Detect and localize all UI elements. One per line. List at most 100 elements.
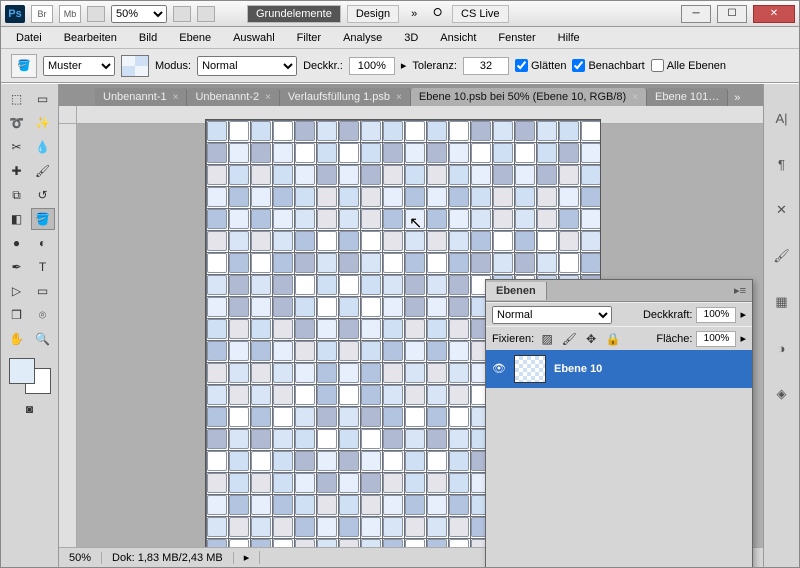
fill-slider-icon[interactable]: ▸ bbox=[740, 332, 746, 345]
layer-blend-select[interactable]: Normal bbox=[492, 306, 612, 324]
3d-tool-icon[interactable]: ❒ bbox=[5, 304, 29, 326]
pattern-swatch-button[interactable] bbox=[121, 55, 149, 77]
type-panel-icon[interactable]: A| bbox=[772, 108, 792, 128]
heal-tool-icon[interactable]: ✚ bbox=[5, 160, 29, 182]
menu-filter[interactable]: Filter bbox=[288, 30, 330, 46]
quickmask-icon[interactable]: ◙ bbox=[18, 398, 42, 420]
camera-tool-icon[interactable]: ⌾ bbox=[31, 304, 55, 326]
paragraph-panel-icon[interactable]: ¶ bbox=[772, 154, 792, 174]
workspace-more-icon[interactable]: » bbox=[405, 8, 423, 20]
crop-tool-icon[interactable]: ✂ bbox=[5, 136, 29, 158]
alllayers-checkbox[interactable]: Alle Ebenen bbox=[651, 59, 726, 72]
history-brush-tool-icon[interactable]: ↺ bbox=[31, 184, 55, 206]
tolerance-field[interactable] bbox=[463, 57, 509, 75]
opacity-field[interactable] bbox=[349, 57, 395, 75]
layers-panel-icon[interactable]: ◈ bbox=[772, 384, 792, 404]
brush-tool-icon[interactable]: 🖌 bbox=[31, 160, 55, 182]
minimize-button[interactable]: ─ bbox=[681, 5, 711, 23]
tab-overflow-icon[interactable]: » bbox=[728, 90, 746, 106]
maximize-button[interactable]: ☐ bbox=[717, 5, 747, 23]
lock-pixels-icon[interactable]: 🖌 bbox=[560, 331, 578, 347]
status-zoom[interactable]: 50% bbox=[59, 552, 102, 564]
workspace-design-button[interactable]: Design bbox=[347, 5, 399, 23]
layer-opacity-label: Deckkraft: bbox=[643, 309, 693, 321]
cslive-button[interactable]: CS Live bbox=[452, 5, 509, 23]
bucket-tool-icon[interactable]: 🪣 bbox=[31, 208, 55, 230]
arrange-icon[interactable] bbox=[87, 6, 105, 22]
pen-tool-icon[interactable]: ✒ bbox=[5, 256, 29, 278]
menu-3d[interactable]: 3D bbox=[395, 30, 427, 46]
tab-close-icon[interactable]: × bbox=[265, 92, 271, 103]
tool-palette: ⬚▭ ➰✨ ✂💧 ✚🖌 ⧉↺ ◧🪣 ●◐ ✒T ▷▭ ❒⌾ ✋🔍 ◙ bbox=[1, 84, 59, 567]
tab-close-icon[interactable]: × bbox=[632, 92, 638, 103]
layer-thumbnail[interactable] bbox=[514, 355, 546, 383]
move-tool-icon[interactable]: ⬚ bbox=[5, 88, 29, 110]
wand-tool-icon[interactable]: ✨ bbox=[31, 112, 55, 134]
menu-bild[interactable]: Bild bbox=[130, 30, 166, 46]
menu-ansicht[interactable]: Ansicht bbox=[431, 30, 485, 46]
hand-tool-icon[interactable]: ✋ bbox=[5, 328, 29, 350]
view-extras-icon[interactable] bbox=[173, 6, 191, 22]
menu-fenster[interactable]: Fenster bbox=[489, 30, 544, 46]
stamp-tool-icon[interactable]: ⧉ bbox=[5, 184, 29, 206]
doc-tab[interactable]: Verlaufsfüllung 1.psb× bbox=[280, 88, 411, 106]
brush-panel-icon[interactable]: 🖌 bbox=[772, 246, 792, 266]
layer-row[interactable]: 👁 Ebene 10 bbox=[486, 350, 752, 388]
lock-position-icon[interactable]: ✥ bbox=[582, 331, 600, 347]
opacity-slider-icon[interactable]: ▸ bbox=[740, 308, 746, 321]
fill-type-select[interactable]: Muster bbox=[43, 56, 115, 76]
type-tool-icon[interactable]: T bbox=[31, 256, 55, 278]
lock-all-icon[interactable]: 🔒 bbox=[604, 331, 622, 347]
photoshop-logo-icon: Ps bbox=[5, 5, 25, 23]
status-doc-size[interactable]: Dok: 1,83 MB/2,43 MB bbox=[102, 552, 234, 564]
tab-close-icon[interactable]: × bbox=[173, 92, 179, 103]
tools-panel-icon[interactable]: ✕ bbox=[772, 200, 792, 220]
doc-tab-active[interactable]: Ebene 10.psb bei 50% (Ebene 10, RGB/8)× bbox=[411, 88, 647, 106]
doc-tab[interactable]: Unbenannt-1× bbox=[95, 88, 187, 106]
menu-hilfe[interactable]: Hilfe bbox=[549, 30, 589, 46]
lock-transparent-icon[interactable]: ▨ bbox=[538, 331, 556, 347]
workspace-grundelemente-button[interactable]: Grundelemente bbox=[247, 5, 341, 23]
menu-auswahl[interactable]: Auswahl bbox=[224, 30, 284, 46]
ruler-origin[interactable] bbox=[59, 106, 77, 124]
bridge-button[interactable]: Br bbox=[31, 5, 53, 23]
color-well[interactable] bbox=[9, 358, 51, 394]
eraser-tool-icon[interactable]: ◧ bbox=[5, 208, 29, 230]
tab-close-icon[interactable]: × bbox=[396, 92, 402, 103]
path-select-tool-icon[interactable]: ▷ bbox=[5, 280, 29, 302]
lasso-tool-icon[interactable]: ➰ bbox=[5, 112, 29, 134]
current-tool-icon[interactable]: 🪣 bbox=[11, 54, 37, 78]
doc-tab[interactable]: Ebene 101… bbox=[647, 88, 728, 106]
mode-label: Modus: bbox=[155, 60, 191, 72]
menu-analyse[interactable]: Analyse bbox=[334, 30, 391, 46]
vertical-ruler[interactable] bbox=[59, 124, 77, 547]
layer-fill-field[interactable] bbox=[696, 331, 736, 347]
zoom-select[interactable]: 50% bbox=[111, 5, 167, 23]
layer-opacity-field[interactable] bbox=[696, 307, 736, 323]
screen-mode-icon[interactable] bbox=[197, 6, 215, 22]
status-arrow-icon[interactable]: ▸ bbox=[234, 551, 261, 564]
fg-color-icon[interactable] bbox=[9, 358, 35, 384]
blend-mode-select[interactable]: Normal bbox=[197, 56, 297, 76]
blur-tool-icon[interactable]: ● bbox=[5, 232, 29, 254]
layer-name[interactable]: Ebene 10 bbox=[554, 363, 602, 375]
zoom-tool-icon[interactable]: 🔍 bbox=[31, 328, 55, 350]
layers-panel-tab[interactable]: Ebenen bbox=[486, 282, 547, 300]
swatch-panel-icon[interactable]: ▦ bbox=[772, 292, 792, 312]
close-button[interactable]: ✕ bbox=[753, 5, 795, 23]
contiguous-checkbox[interactable]: Benachbart bbox=[572, 59, 644, 72]
shape-tool-icon[interactable]: ▭ bbox=[31, 280, 55, 302]
opacity-arrow-icon[interactable]: ▸ bbox=[401, 59, 407, 72]
visibility-eye-icon[interactable]: 👁 bbox=[492, 362, 506, 376]
menu-ebene[interactable]: Ebene bbox=[170, 30, 220, 46]
dodge-tool-icon[interactable]: ◐ bbox=[31, 232, 55, 254]
eyedropper-tool-icon[interactable]: 💧 bbox=[31, 136, 55, 158]
adjust-panel-icon[interactable]: ◑ bbox=[772, 338, 792, 358]
marquee-tool-icon[interactable]: ▭ bbox=[31, 88, 55, 110]
panel-menu-icon[interactable]: ▸≡ bbox=[728, 284, 752, 297]
menu-datei[interactable]: Datei bbox=[7, 30, 51, 46]
menu-bearbeiten[interactable]: Bearbeiten bbox=[55, 30, 126, 46]
antialias-checkbox[interactable]: Glätten bbox=[515, 59, 566, 72]
doc-tab[interactable]: Unbenannt-2× bbox=[187, 88, 279, 106]
minibridge-button[interactable]: Mb bbox=[59, 5, 81, 23]
